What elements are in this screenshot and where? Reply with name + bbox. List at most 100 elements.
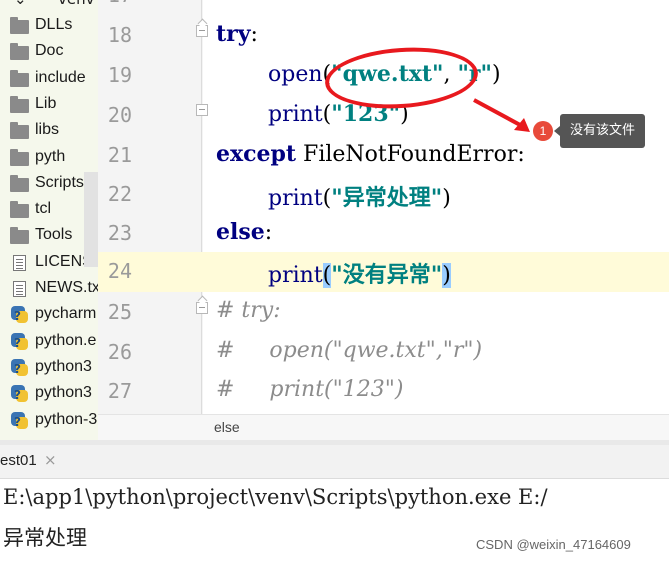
line-number: 18 [107,23,132,47]
tree-item-label: Scripts [35,173,84,191]
line-number: 24 [107,259,132,283]
colon: : [250,22,258,47]
code-text: except FileNotFoundError: [216,141,525,167]
python-file-icon: ? [11,385,29,403]
line-number: 19 [107,63,132,87]
tree-item[interactable]: include [0,66,98,92]
tree-item[interactable]: NEWS.tx [0,276,98,302]
tree-item[interactable]: pyth [0,145,98,171]
tree-item[interactable]: ? python3 [0,381,98,407]
tree-item-label: venv [58,0,95,8]
close-icon[interactable]: × [44,451,57,469]
code-comment: # print("123") [216,377,404,402]
keyword-try: try [216,21,251,47]
text-file-icon [13,254,26,271]
python-file-icon: ? [11,306,29,324]
project-tree: ⌄ venv DLLs Doc include Lib libs pyth Scripts t… [0,0,98,440]
tree-item[interactable]: Doc [0,39,98,65]
folder-icon [10,122,29,140]
notification-badge: 1 [533,121,553,141]
tree-item-label: python3 [35,384,92,402]
line-number: 20 [107,103,132,127]
code-line[interactable]: 26 # open("qwe.txt","r") [98,333,669,373]
tree-item-label: pycharm [35,305,97,323]
tree-item-label: Lib [35,94,57,112]
code-text: print("没有异常") [268,257,451,289]
tree-item-venv[interactable]: ⌄ venv [0,0,98,10]
keyword-else: else [216,219,265,245]
keyword-except: except [216,141,297,167]
annotation-tooltip: 没有该文件 [553,114,646,148]
tree-item-label: python-3 [35,410,98,428]
function-print: print [268,263,323,288]
function-print: print [268,102,323,127]
tree-item[interactable]: ? python3 [0,355,98,381]
console-line: E:\app1\python\project\venv\Scripts\pyth… [3,485,548,509]
function-print: print [268,186,323,211]
tree-item-label: tcl [35,200,51,218]
line-number: 17 [98,0,132,7]
run-tab[interactable]: est01 × [0,445,57,478]
code-text: else: [216,219,273,245]
folder-icon [10,95,29,113]
string-literal: "异常处理" [331,185,443,211]
python-file-icon: ? [11,358,29,377]
tree-item-label: NEWS.tx [35,279,98,296]
line-number: 26 [107,340,132,364]
text-file-icon [13,281,26,297]
folder-icon [10,227,29,245]
fold-end-icon[interactable] [196,104,208,116]
chevron-down-icon[interactable]: ⌄ [14,0,27,8]
tree-item-label: pyth [35,147,66,165]
code-line[interactable]: 23 else: [98,214,669,254]
tree-item[interactable]: Lib [0,92,98,118]
folder-icon [10,43,29,61]
folder-icon [10,17,29,34]
code-line[interactable]: 25 # try: [98,293,669,333]
tree-item-label: python.e [35,331,97,349]
code-line[interactable]: 17 [98,0,669,16]
tree-item[interactable]: ? python.e [0,329,98,355]
console-line: 异常处理 [3,526,87,550]
function-open: open [268,62,323,87]
line-number: 22 [107,182,132,206]
code-line[interactable]: 22 print("异常处理") [98,175,669,215]
folder-icon [10,69,29,87]
breadcrumb-bar: else [98,414,669,440]
code-line[interactable]: 24 print("没有异常") [98,252,669,292]
code-text: try: [216,21,258,47]
code-comment: # try: [216,298,281,323]
matched-brace: ) [442,263,451,288]
python-file-icon: ? [11,332,29,351]
run-tab-label: est01 [0,452,37,469]
tree-item-label: libs [35,121,60,139]
line-number: 25 [107,300,132,324]
watermark: CSDN @weixin_47164609 [476,537,631,552]
tree-item[interactable]: ? python-3 [0,408,98,434]
code-text: print("异常处理") [268,185,451,211]
line-number: 21 [107,143,132,167]
tree-item-label: Tools [35,226,73,244]
python-file-icon: ? [11,411,29,430]
tree-scrollbar[interactable] [84,172,98,267]
string-literal: "没有异常" [331,262,443,288]
tree-item-label: DLLs [35,16,73,33]
line-number: 23 [107,221,132,245]
code-line[interactable]: 27 # print("123") [98,372,669,412]
tree-item[interactable]: ? pycharm [0,302,98,328]
run-tab-bar: est01 × [0,445,669,479]
tree-item-label: python3 [35,357,92,375]
tree-item[interactable]: libs [0,118,98,144]
code-comment: # open("qwe.txt","r") [216,338,483,363]
tree-item[interactable]: DLLs [0,13,98,39]
fold-toggle-icon[interactable] [196,25,208,37]
folder-icon [10,148,29,166]
tree-item-label: include [35,68,86,86]
red-arrow-annotation [473,98,530,132]
line-number: 27 [107,379,132,403]
matched-brace: ( [322,263,332,288]
folder-icon [10,201,29,219]
breadcrumb[interactable]: else [214,419,240,435]
fold-toggle-icon[interactable] [196,302,208,314]
exception-name: FileNotFoundError: [296,142,525,167]
